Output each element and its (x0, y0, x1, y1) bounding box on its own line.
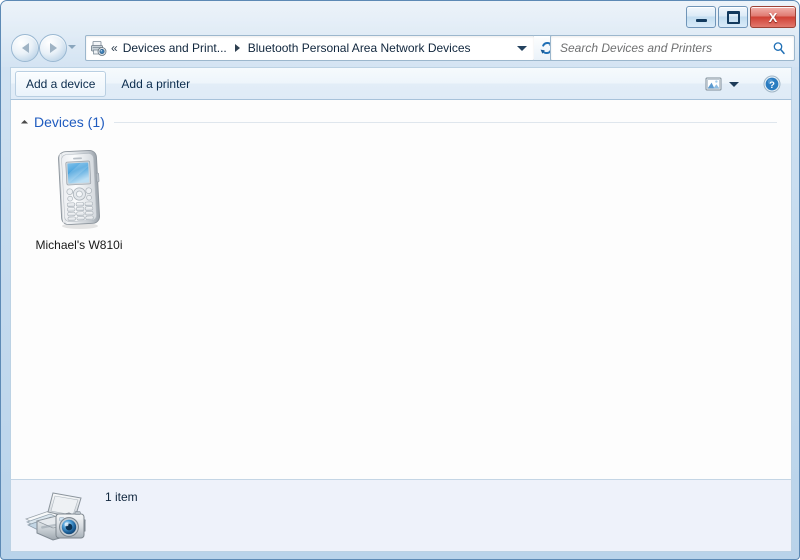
view-chevron-down-icon (729, 82, 739, 87)
maximize-button[interactable] (718, 6, 748, 28)
devices-and-printers-large-icon (23, 485, 93, 547)
change-view-button[interactable] (701, 73, 741, 95)
status-bar: 1 item (10, 479, 792, 552)
content-area[interactable]: Devices (1) Michael's W810i (10, 100, 792, 479)
close-icon: X (768, 9, 778, 25)
forward-arrow-icon (49, 43, 57, 53)
recent-pages-chevron-down-icon[interactable] (68, 45, 76, 49)
minimize-icon (695, 19, 707, 22)
group-collapse-icon[interactable] (20, 119, 29, 128)
toolbar-right-group: ? (701, 73, 791, 95)
device-tile[interactable]: Michael's W810i (23, 140, 135, 256)
close-button[interactable]: X (750, 6, 796, 28)
back-button[interactable] (11, 34, 39, 62)
breadcrumb-item-bluetooth-pan-devices[interactable]: Bluetooth Personal Area Network Devices (246, 40, 473, 56)
device-list: Michael's W810i (11, 134, 791, 256)
group-header-devices[interactable]: Devices (1) (19, 110, 791, 134)
chevron-down-icon (517, 45, 527, 51)
devices-and-printers-window: X « Devices and Print... Bluetooth Perso… (0, 0, 800, 560)
status-item-count: 1 item (105, 490, 138, 504)
add-a-printer-button[interactable]: Add a printer (110, 71, 201, 97)
search-input[interactable] (558, 40, 772, 56)
help-question-icon: ? (763, 75, 781, 92)
breadcrumb-item-devices-and-printers[interactable]: Devices and Print... (121, 40, 229, 56)
title-bar: X (1, 1, 799, 31)
add-a-device-button[interactable]: Add a device (15, 70, 107, 97)
svg-text:?: ? (769, 79, 775, 90)
breadcrumb-separator-icon[interactable] (234, 44, 240, 52)
search-icon[interactable] (772, 41, 786, 55)
window-controls: X (686, 6, 796, 28)
search-box[interactable] (550, 35, 795, 61)
forward-button[interactable] (39, 34, 67, 62)
view-layout-icon (705, 77, 722, 90)
maximize-icon (726, 10, 740, 24)
minimize-button[interactable] (686, 6, 716, 28)
group-separator-line (113, 121, 777, 123)
command-toolbar: Add a device Add a printer ? (10, 67, 792, 100)
mobile-phone-icon (46, 146, 112, 232)
address-bar[interactable]: « Devices and Print... Bluetooth Persona… (85, 35, 535, 61)
address-dropdown-button[interactable] (510, 37, 534, 59)
devices-and-printers-icon (91, 41, 107, 56)
device-label: Michael's W810i (35, 238, 123, 252)
navigation-bar: « Devices and Print... Bluetooth Persona… (1, 32, 799, 64)
help-button[interactable]: ? (763, 75, 781, 93)
breadcrumb-overflow-icon[interactable]: « (111, 41, 118, 55)
back-arrow-icon (21, 43, 29, 53)
group-header-label: Devices (1) (34, 114, 105, 130)
